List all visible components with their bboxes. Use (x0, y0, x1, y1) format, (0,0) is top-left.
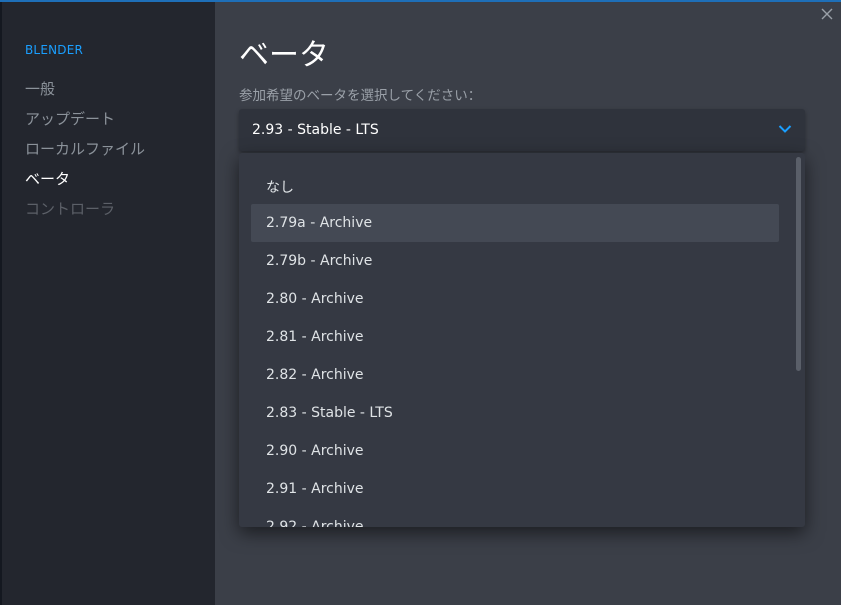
sidebar-item-controller[interactable]: コントローラ (25, 198, 115, 219)
beta-option-280[interactable]: 2.80 - Archive (251, 280, 779, 318)
beta-dropdown-list: なし 2.79a - Archive 2.79b - Archive 2.80 … (239, 153, 805, 527)
option-label: 2.80 - Archive (266, 291, 364, 307)
beta-option-279b[interactable]: 2.79b - Archive (251, 242, 779, 280)
settings-main: ベータ 参加希望のベータを選択してください： 2.93 - Stable - L… (215, 2, 841, 605)
chevron-down-icon (778, 125, 792, 133)
option-label: なし (266, 180, 294, 196)
option-label: 2.82 - Archive (266, 367, 364, 383)
beta-option-282[interactable]: 2.82 - Archive (251, 356, 779, 394)
beta-select-value: 2.93 - Stable - LTS (252, 122, 379, 138)
beta-option-279a[interactable]: 2.79a - Archive (251, 204, 779, 242)
option-label: 2.92 - Archive (266, 519, 364, 527)
sidebar-item-general[interactable]: 一般 (25, 78, 55, 99)
sidebar-item-updates[interactable]: アップデート (25, 108, 115, 129)
beta-option-283[interactable]: 2.83 - Stable - LTS (251, 394, 779, 432)
beta-option-none[interactable]: なし (251, 166, 779, 204)
settings-sidebar: BLENDER 一般 アップデート ローカルファイル ベータ コントローラ (2, 2, 215, 605)
beta-select[interactable]: 2.93 - Stable - LTS (239, 109, 805, 151)
sidebar-item-betas[interactable]: ベータ (25, 168, 70, 189)
sidebar-heading: BLENDER (25, 43, 84, 57)
beta-option-291[interactable]: 2.91 - Archive (251, 470, 779, 508)
close-button[interactable] (817, 4, 837, 24)
close-icon (821, 8, 833, 20)
option-label: 2.90 - Archive (266, 443, 364, 459)
beta-prompt-label: 参加希望のベータを選択してください： (239, 88, 482, 104)
option-label: 2.81 - Archive (266, 329, 364, 345)
beta-option-292[interactable]: 2.92 - Archive (251, 508, 779, 527)
option-label: 2.91 - Archive (266, 481, 364, 497)
sidebar-item-local-files[interactable]: ローカルファイル (25, 138, 145, 159)
settings-window: BLENDER 一般 アップデート ローカルファイル ベータ コントローラ ベー… (0, 0, 841, 605)
beta-option-281[interactable]: 2.81 - Archive (251, 318, 779, 356)
beta-option-290[interactable]: 2.90 - Archive (251, 432, 779, 470)
option-label: 2.79b - Archive (266, 253, 373, 269)
dropdown-scrollbar[interactable] (796, 157, 801, 371)
page-title: ベータ (239, 38, 329, 73)
option-label: 2.79a - Archive (266, 215, 373, 231)
option-label: 2.83 - Stable - LTS (266, 405, 393, 421)
